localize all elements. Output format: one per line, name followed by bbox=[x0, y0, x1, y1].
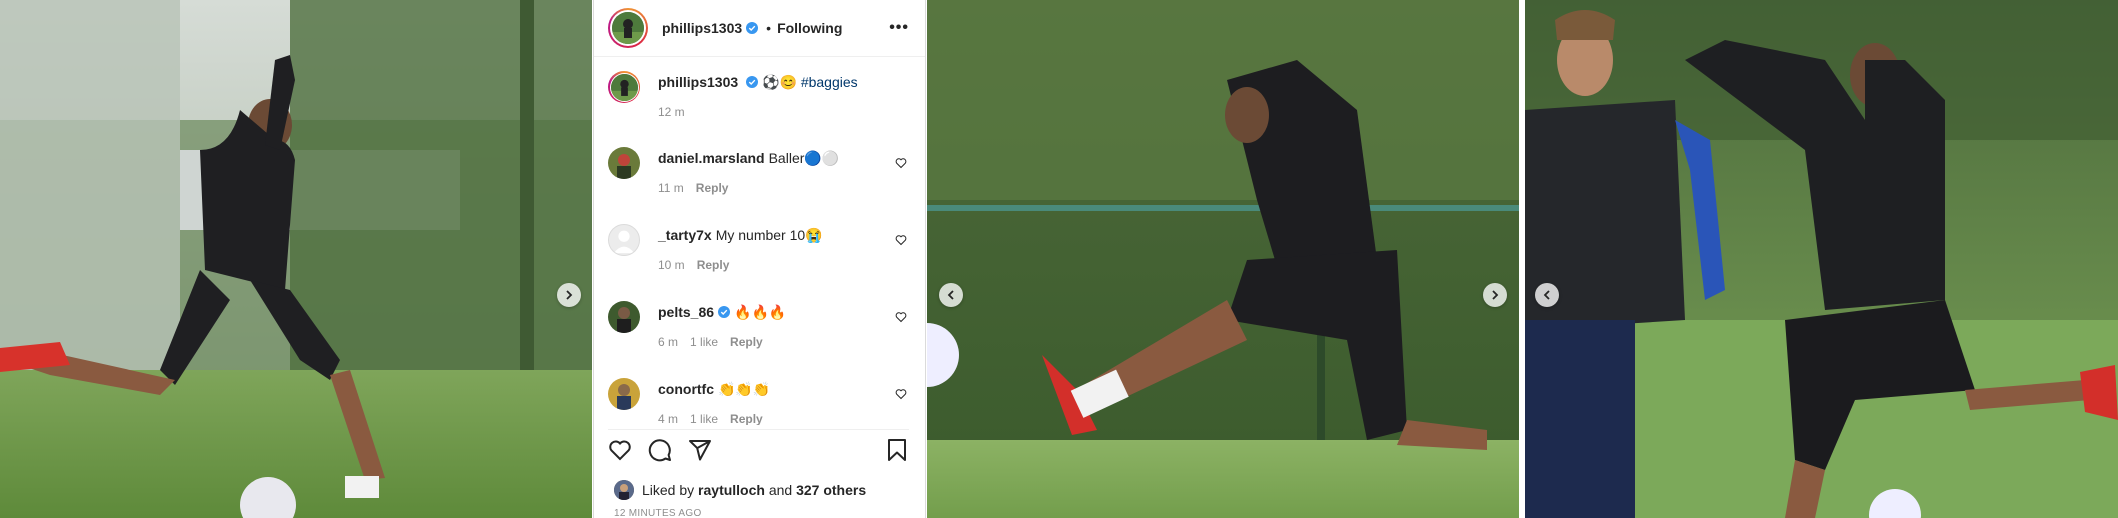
heart-icon[interactable] bbox=[895, 388, 907, 400]
liked-by-others[interactable]: 327 others bbox=[796, 482, 866, 498]
comment-username[interactable]: _tarty7x bbox=[658, 227, 712, 243]
likes-summary: Liked by raytulloch and 327 others bbox=[614, 480, 866, 500]
reply-button[interactable]: Reply bbox=[730, 335, 763, 349]
comment-icon[interactable] bbox=[648, 438, 672, 462]
comment-item: conortfc 👏👏👏 4 m 1 like Reply bbox=[608, 378, 909, 425]
reply-button[interactable]: Reply bbox=[696, 181, 729, 195]
verified-badge-icon bbox=[746, 76, 759, 88]
comment-item: pelts_86 🔥🔥🔥 6 m 1 like Reply bbox=[608, 301, 909, 351]
comment-text: Baller🔵⚪ bbox=[768, 150, 840, 166]
chevron-right-icon bbox=[566, 290, 573, 300]
post-caption: phillips1303 ⚽😊 #baggies 12 m bbox=[608, 71, 909, 121]
caption-text: ⚽😊 bbox=[762, 74, 797, 90]
prev-image-button[interactable] bbox=[1535, 283, 1559, 307]
comment-time: 4 m bbox=[658, 412, 679, 425]
caption-time: 12 m bbox=[658, 105, 685, 119]
comment-username[interactable]: daniel.marsland bbox=[658, 150, 765, 166]
comment-item: _tarty7x My number 10😭 10 m Reply bbox=[608, 224, 909, 274]
bookmark-icon[interactable] bbox=[885, 438, 909, 462]
post-photo-right bbox=[1525, 0, 2118, 518]
following-button[interactable]: Following bbox=[777, 20, 842, 36]
commenter-avatar[interactable] bbox=[608, 301, 640, 333]
next-image-button[interactable] bbox=[557, 283, 581, 307]
post-photo-middle bbox=[927, 0, 1519, 518]
share-icon[interactable] bbox=[688, 438, 712, 462]
comment-text: My number 10😭 bbox=[715, 227, 823, 243]
post-header: phillips1303 • Following ••• bbox=[594, 0, 925, 57]
liked-by-prefix: Liked by bbox=[642, 482, 695, 498]
post-actions-bar bbox=[608, 429, 909, 469]
training-photo-3 bbox=[1525, 0, 2118, 518]
comment-likes[interactable]: 1 like bbox=[690, 412, 718, 425]
author-username[interactable]: phillips1303 bbox=[662, 20, 742, 36]
separator-dot: • bbox=[766, 20, 772, 36]
commenter-avatar[interactable] bbox=[608, 224, 640, 256]
training-photo-1 bbox=[0, 0, 592, 518]
comment-time: 10 m bbox=[658, 258, 685, 272]
comments-list: phillips1303 ⚽😊 #baggies 12 m daniel.mar… bbox=[594, 57, 925, 425]
reply-button[interactable]: Reply bbox=[697, 258, 730, 272]
comment-text: 👏👏👏 bbox=[718, 381, 771, 397]
more-options-button[interactable]: ••• bbox=[889, 19, 909, 37]
comment-item: daniel.marsland Baller🔵⚪ 11 m Reply bbox=[608, 147, 909, 197]
commenter-avatar[interactable] bbox=[608, 378, 640, 410]
post-timestamp: 12 MINUTES AGO bbox=[614, 508, 702, 518]
liked-by-and: and bbox=[768, 482, 793, 498]
comment-username[interactable]: pelts_86 bbox=[658, 304, 714, 320]
commenter-avatar[interactable] bbox=[608, 147, 640, 179]
comment-likes[interactable]: 1 like bbox=[690, 335, 718, 349]
chevron-left-icon bbox=[947, 290, 954, 300]
chevron-right-icon bbox=[1492, 290, 1499, 300]
training-photo-2 bbox=[927, 0, 1519, 518]
author-avatar[interactable] bbox=[608, 8, 648, 48]
verified-badge-icon bbox=[746, 22, 759, 34]
caption-avatar[interactable] bbox=[608, 71, 640, 103]
reply-button[interactable]: Reply bbox=[730, 412, 763, 425]
comment-text: 🔥🔥🔥 bbox=[734, 304, 787, 320]
verified-badge-icon bbox=[718, 306, 731, 318]
caption-username[interactable]: phillips1303 bbox=[658, 74, 738, 90]
post-photo-left bbox=[0, 0, 592, 518]
heart-icon[interactable] bbox=[895, 311, 907, 323]
next-image-button[interactable] bbox=[1483, 283, 1507, 307]
liked-by-user[interactable]: raytulloch bbox=[698, 482, 765, 498]
heart-icon[interactable] bbox=[608, 438, 632, 462]
comment-time: 6 m bbox=[658, 335, 679, 349]
liker-avatar[interactable] bbox=[614, 480, 634, 500]
heart-icon[interactable] bbox=[895, 157, 907, 169]
comment-time: 11 m bbox=[658, 181, 684, 195]
heart-icon[interactable] bbox=[895, 234, 907, 246]
prev-image-button[interactable] bbox=[939, 283, 963, 307]
hashtag-link[interactable]: #baggies bbox=[801, 74, 858, 90]
chevron-left-icon bbox=[1543, 290, 1550, 300]
comment-username[interactable]: conortfc bbox=[658, 381, 714, 397]
post-comments-panel: phillips1303 • Following ••• phillips130… bbox=[593, 0, 926, 518]
